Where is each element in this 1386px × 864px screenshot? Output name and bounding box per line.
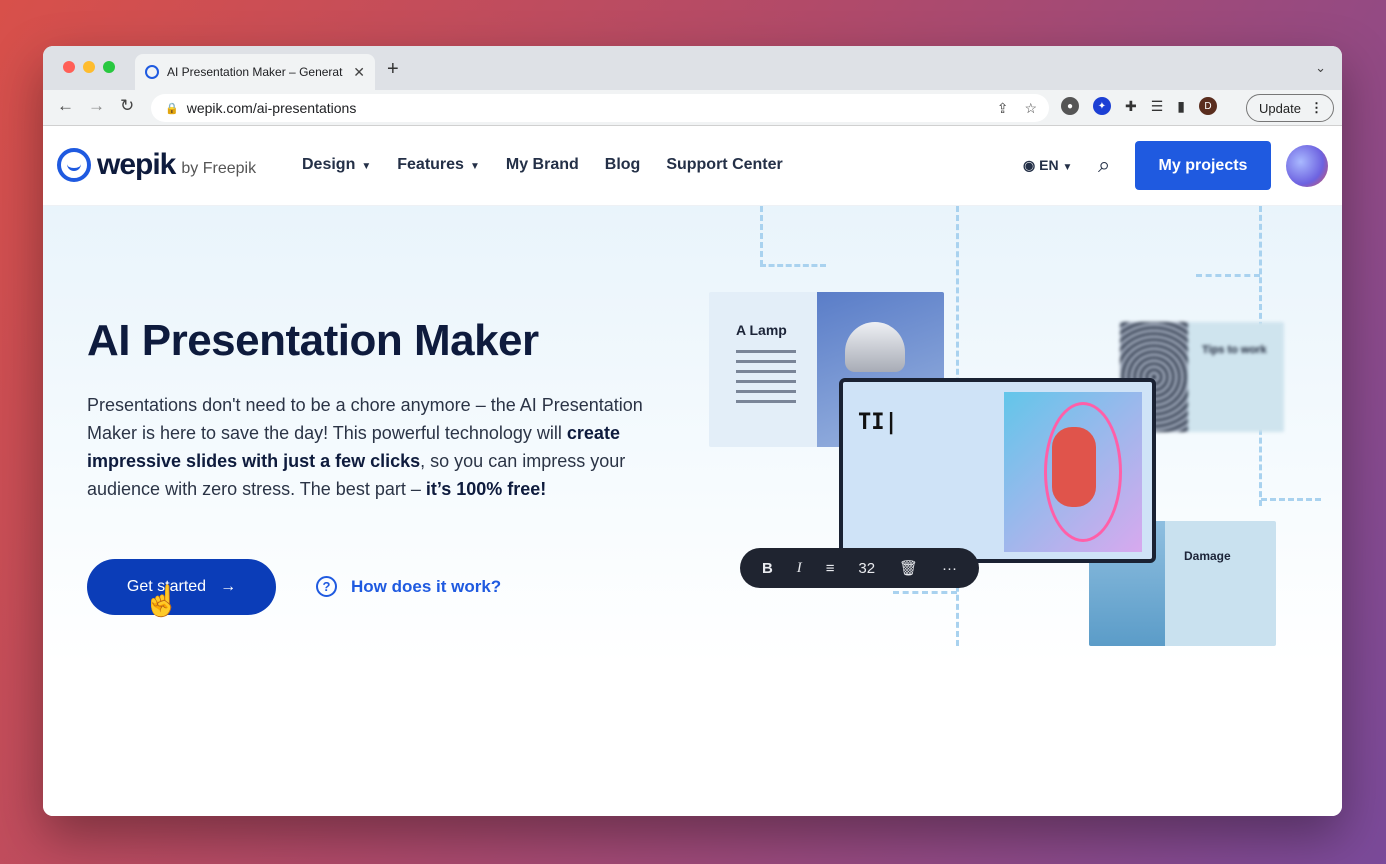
hero-section: A Lamp Tips to work Damage TI| B I ≡ 32 … <box>43 206 1342 816</box>
nav-features[interactable]: Features ▼ <box>397 156 480 174</box>
extensions-area: ● ✦ ✚ ☰ ▮ D <box>1061 97 1218 115</box>
slide-editor-preview: TI| <box>839 378 1156 563</box>
url-field[interactable]: 🔒 wepik.com/ai-presentations ⇪ ☆ <box>151 94 1049 122</box>
nav-my-brand[interactable]: My Brand <box>506 156 579 174</box>
new-tab-icon[interactable]: + <box>387 58 399 81</box>
chevron-down-icon: ▼ <box>1062 162 1073 173</box>
wepik-logo-icon <box>57 148 91 182</box>
extensions-puzzle-icon[interactable]: ✚ <box>1125 98 1137 115</box>
help-circle-icon: ? <box>316 576 337 597</box>
nav-features-label: Features <box>397 156 464 173</box>
dashed-line <box>893 591 957 594</box>
minimize-window-button[interactable] <box>83 61 95 73</box>
dashed-line <box>1261 498 1321 501</box>
close-window-button[interactable] <box>63 61 75 73</box>
astronaut-figure <box>1052 427 1096 507</box>
user-avatar[interactable] <box>1286 145 1328 187</box>
nav-blog[interactable]: Blog <box>605 156 641 174</box>
align-icon: ≡ <box>825 559 835 577</box>
forward-icon[interactable]: → <box>88 96 105 116</box>
tips-slide-title: Tips to work <box>1202 344 1267 356</box>
logo-by: by Freepik <box>181 160 257 177</box>
back-icon[interactable]: ← <box>57 96 74 116</box>
reading-list-icon[interactable]: ☰ <box>1151 98 1164 115</box>
lock-icon: 🔒 <box>165 102 179 115</box>
page-title: AI Presentation Maker <box>87 316 539 365</box>
chevron-down-icon: ▼ <box>469 161 480 172</box>
lamp-slide-title: A Lamp <box>736 322 787 338</box>
tab-search-chevron-icon[interactable]: ⌄ <box>1315 60 1326 76</box>
extension-2-icon[interactable]: ✦ <box>1093 97 1111 115</box>
get-started-button[interactable]: Get started → <box>87 559 276 615</box>
close-tab-icon[interactable]: ✕ <box>353 64 365 81</box>
tab-title: AI Presentation Maker – Generat <box>167 65 343 79</box>
bookmark-star-icon[interactable]: ☆ <box>1024 100 1037 117</box>
bold-icon: B <box>761 559 773 577</box>
my-projects-button[interactable]: My projects <box>1135 141 1271 190</box>
nav-support-center[interactable]: Support Center <box>666 156 782 174</box>
nav-design-label: Design <box>302 156 356 173</box>
italic-icon: I <box>796 559 802 576</box>
window-controls <box>63 61 115 73</box>
language-selector[interactable]: ◉ EN ▼ <box>1023 157 1072 174</box>
dashed-line <box>1196 274 1260 277</box>
address-bar: ← → ↻ 🔒 wepik.com/ai-presentations ⇪ ☆ ●… <box>43 90 1342 126</box>
damage-slide-title: Damage <box>1184 549 1231 563</box>
update-label: Update <box>1259 100 1301 116</box>
hero-illustration: A Lamp Tips to work Damage TI| B I ≡ 32 … <box>683 206 1342 666</box>
dashed-line <box>760 206 763 266</box>
update-button[interactable]: Update ⋮ <box>1246 94 1334 122</box>
hand-cursor-icon: ☝ <box>143 585 181 618</box>
nav-design[interactable]: Design ▼ <box>302 156 371 174</box>
maximize-window-button[interactable] <box>103 61 115 73</box>
reload-icon[interactable]: ↻ <box>120 96 134 116</box>
main-nav: Design ▼ Features ▼ My Brand Blog Support … <box>302 156 783 174</box>
profile-avatar[interactable]: D <box>1199 97 1218 115</box>
editor-text: TI| <box>858 410 898 435</box>
extension-1-icon[interactable]: ● <box>1061 97 1079 115</box>
menu-kebab-icon[interactable]: ⋮ <box>1310 100 1323 116</box>
how-does-it-work-link[interactable]: ? How does it work? <box>316 576 501 597</box>
tab-bar: AI Presentation Maker – Generat ✕ + ⌄ <box>43 46 1342 90</box>
dashed-line <box>760 264 826 267</box>
arrow-right-icon: → <box>220 578 237 595</box>
search-icon[interactable]: ⌕ <box>1098 152 1110 178</box>
browser-tab[interactable]: AI Presentation Maker – Generat ✕ <box>135 54 375 90</box>
text-format-toolbar: B I ≡ 32 🗑 ··· <box>740 548 979 588</box>
wepik-logo[interactable]: wepik by Freepik <box>57 148 256 182</box>
share-icon[interactable]: ⇪ <box>997 100 1009 117</box>
url-text: wepik.com/ai-presentations <box>186 100 357 116</box>
how-does-it-work-label: How does it work? <box>351 576 502 596</box>
hero-description: Presentations don't need to be a chore a… <box>87 395 643 499</box>
browser-window: AI Presentation Maker – Generat ✕ + ⌄ ← … <box>43 46 1342 816</box>
globe-icon: ◉ <box>1023 157 1036 173</box>
wepik-favicon-icon <box>145 65 159 79</box>
side-panel-icon[interactable]: ▮ <box>1177 98 1185 115</box>
site-header: wepik by Freepik Design ▼ Features ▼ My Br… <box>43 126 1342 206</box>
trash-icon: 🗑 <box>899 560 919 577</box>
logo-name: wepik <box>97 148 176 181</box>
language-label: EN <box>1039 157 1059 173</box>
font-size-value: 32 <box>858 559 876 577</box>
chevron-down-icon: ▼ <box>361 161 372 172</box>
more-icon: ··· <box>942 559 957 577</box>
